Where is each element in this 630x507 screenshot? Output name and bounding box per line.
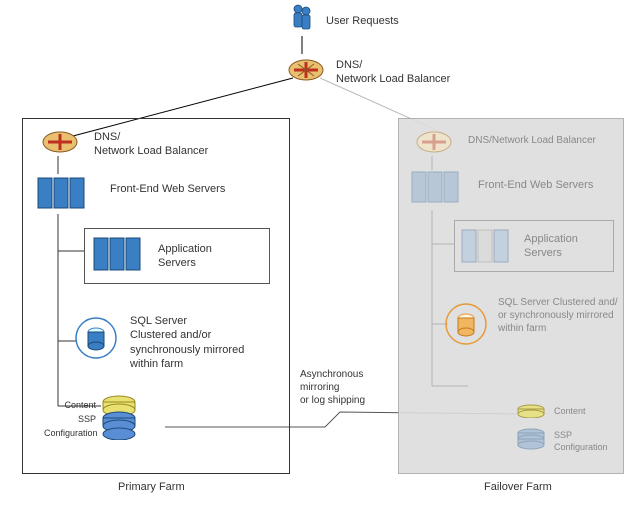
user-requests-label: User Requests	[326, 14, 399, 28]
primary-sql-label: SQL Server Clustered and/or synchronousl…	[130, 314, 244, 371]
primary-dns-icon	[40, 126, 80, 156]
primary-db-ssp-label: SSP	[62, 414, 96, 426]
failover-sql-icon	[444, 302, 488, 346]
primary-db-icon	[100, 394, 138, 440]
primary-db-config-label: Configuration	[44, 428, 96, 440]
failover-db-stack-icon	[516, 428, 546, 452]
primary-dns-label: DNS/ Network Load Balancer	[94, 130, 208, 159]
failover-tree	[420, 156, 520, 416]
primary-farm-title: Primary Farm	[118, 480, 185, 494]
failover-db-content-label: Content	[554, 406, 586, 418]
failover-farm-title: Failover Farm	[484, 480, 552, 494]
failover-db-ssp-label: SSP	[554, 430, 572, 442]
failover-dns-icon	[414, 126, 454, 156]
failover-db-config-label: Configuration	[554, 442, 608, 454]
dns-top-icon	[286, 54, 326, 84]
failover-db-content-icon	[516, 404, 546, 418]
failover-app-icon	[460, 226, 516, 268]
primary-db-content-label: Content	[62, 400, 96, 412]
primary-app-label: Application Servers	[158, 242, 212, 271]
mirroring-label: Asynchronous mirroring or log shipping	[300, 368, 365, 407]
failover-app-label: Application Servers	[524, 232, 578, 261]
primary-sql-icon	[74, 316, 118, 360]
users-icon	[288, 2, 316, 38]
dns-top-label: DNS/ Network Load Balancer	[336, 58, 450, 87]
primary-app-icon	[92, 234, 148, 276]
failover-dns-label: DNS/Network Load Balancer	[468, 134, 596, 147]
failover-sql-label: SQL Server Clustered and/ or synchronous…	[498, 296, 618, 335]
